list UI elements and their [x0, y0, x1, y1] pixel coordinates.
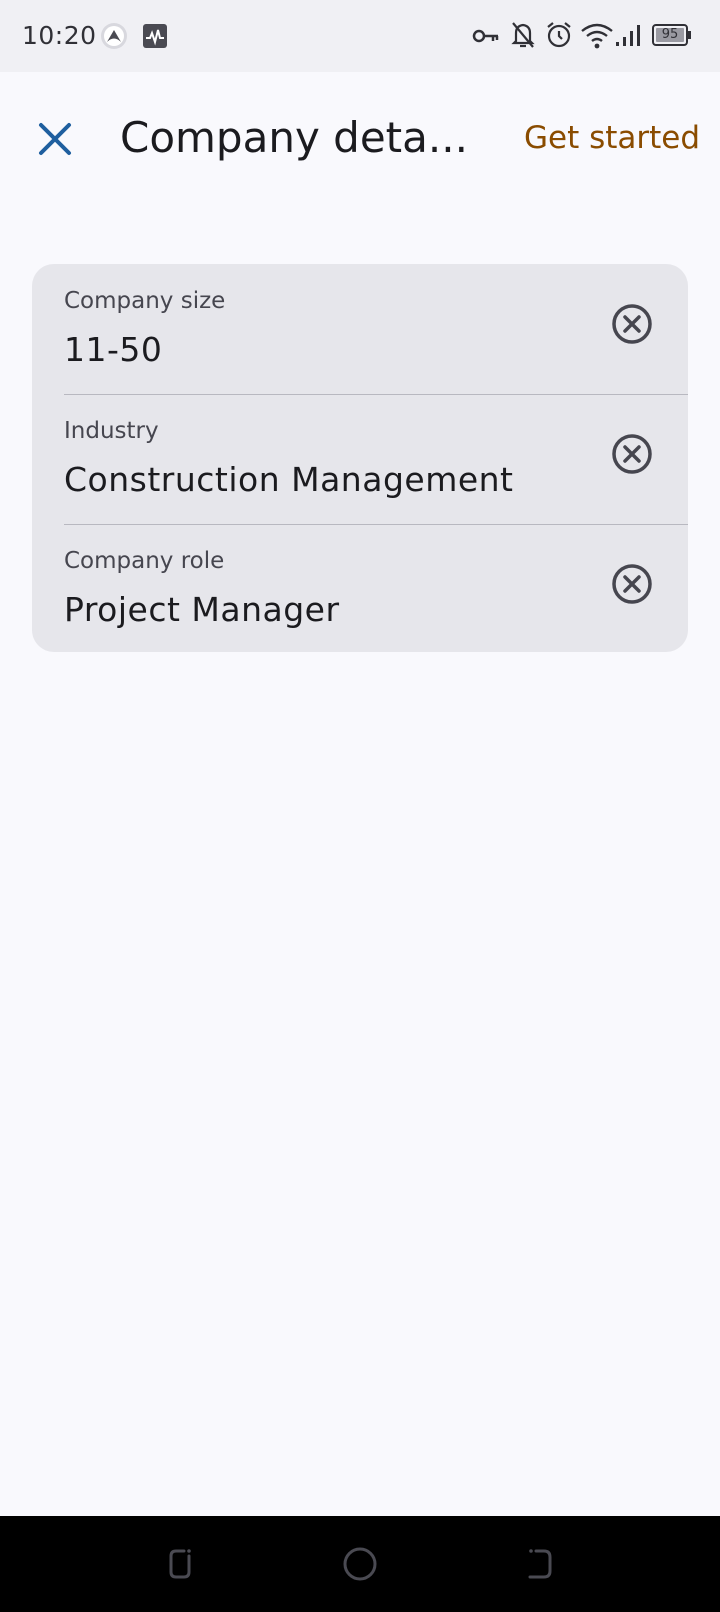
- clear-company-role-button[interactable]: [608, 560, 656, 608]
- industry-label: Industry: [64, 418, 159, 444]
- clear-company-size-button[interactable]: [608, 300, 656, 348]
- home-button[interactable]: [330, 1534, 390, 1594]
- notifications-off-icon: [511, 22, 535, 48]
- activity-monitor-icon: [143, 24, 167, 48]
- back-button[interactable]: [510, 1534, 570, 1594]
- home-icon: [343, 1547, 377, 1581]
- get-started-button[interactable]: Get started: [512, 112, 712, 164]
- company-size-field[interactable]: Company size 11-50: [32, 264, 688, 394]
- company-size-value: 11-50: [64, 330, 163, 369]
- cancel-circle-icon: [612, 304, 652, 344]
- app-notification-icon: [101, 23, 127, 49]
- recent-apps-button[interactable]: [150, 1534, 210, 1594]
- status-time: 10:20: [22, 21, 97, 50]
- battery-indicator: 95: [652, 24, 692, 46]
- page-title: Company deta...: [120, 113, 468, 162]
- cancel-circle-icon: [612, 434, 652, 474]
- status-bar: 10:20 95: [0, 0, 720, 72]
- company-role-label: Company role: [64, 548, 225, 574]
- company-details-card: Company size 11-50 Industry Construction…: [32, 264, 688, 652]
- alarm-icon: [547, 22, 571, 48]
- system-navigation-bar: [0, 1516, 720, 1612]
- recent-apps-icon: [169, 1549, 191, 1579]
- industry-value: Construction Management: [64, 460, 514, 499]
- signal-icon: [616, 25, 640, 46]
- close-icon: [39, 123, 71, 155]
- battery-level: 95: [661, 27, 679, 42]
- company-size-label: Company size: [64, 288, 226, 314]
- company-role-value: Project Manager: [64, 590, 340, 629]
- vpn-key-icon: [472, 29, 499, 43]
- industry-field[interactable]: Industry Construction Management: [32, 394, 688, 524]
- company-role-field[interactable]: Company role Project Manager: [32, 524, 688, 654]
- close-button[interactable]: [24, 108, 88, 172]
- cancel-circle-icon: [612, 564, 652, 604]
- clear-industry-button[interactable]: [608, 430, 656, 478]
- wifi-icon: [581, 23, 613, 49]
- back-icon: [528, 1549, 552, 1579]
